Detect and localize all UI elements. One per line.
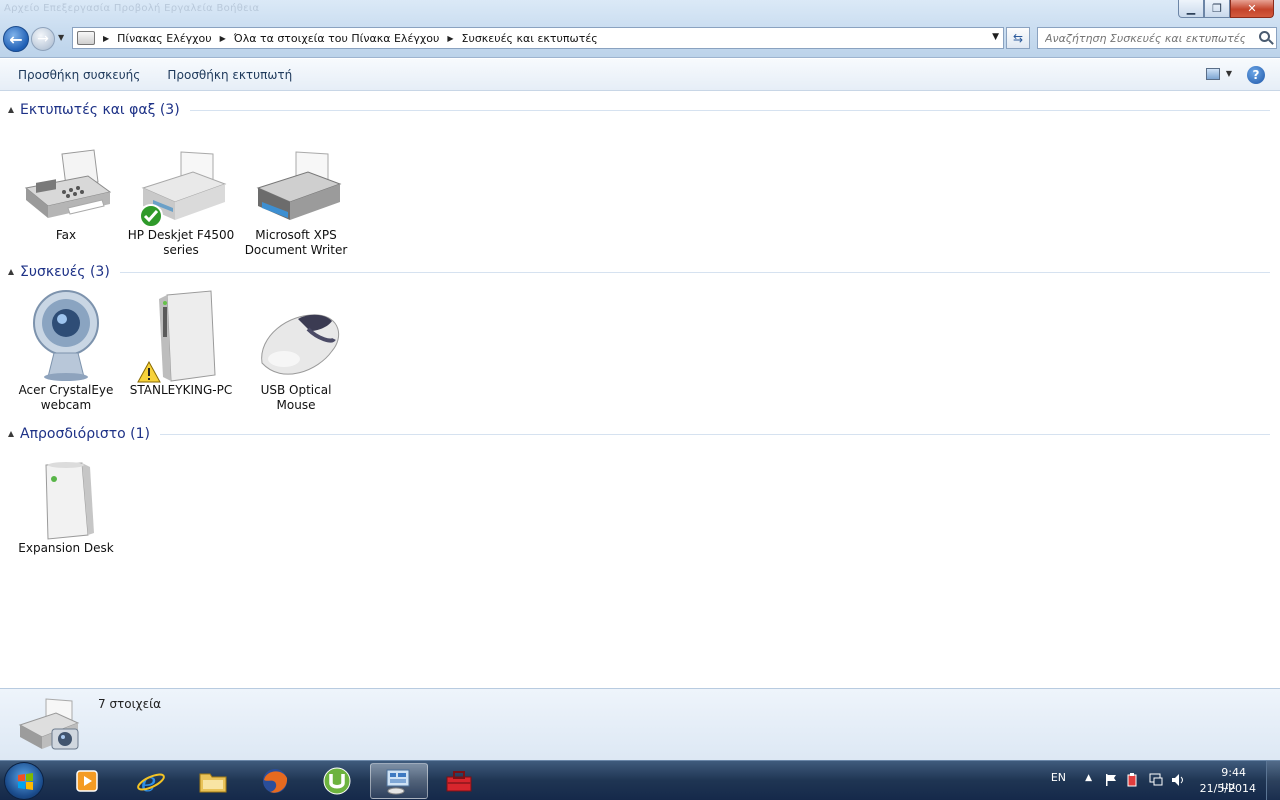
chevron-right-icon[interactable]: ▶ <box>447 34 453 43</box>
collapse-triangle-icon[interactable] <box>8 269 14 275</box>
group-divider <box>189 109 1270 111</box>
address-bar[interactable]: ▶ Πίνακας Ελέγχου ▶ Όλα τα στοιχεία του … <box>72 27 1004 49</box>
breadcrumb-all-items[interactable]: Όλα τα στοιχεία του Πίνακα Ελέγχου <box>234 32 440 45</box>
toolbox-icon <box>446 771 472 792</box>
taskbar-internet-explorer[interactable]: e <box>122 763 180 799</box>
device-item-expansion-desk[interactable]: Expansion Desk <box>10 461 122 556</box>
device-item-fax[interactable]: Fax <box>10 148 122 243</box>
command-bar: Προσθήκη συσκευής Προσθήκη εκτυπωτή ▼ ? <box>0 59 1280 91</box>
firefox-icon <box>263 769 288 793</box>
group-header-devices[interactable]: Συσκευές (3) <box>8 263 1270 281</box>
clock-date[interactable]: 21/5/2014 <box>1200 782 1256 795</box>
view-options-dropdown[interactable]: ▼ <box>1226 69 1232 78</box>
default-check-icon <box>139 204 163 228</box>
external-drive-icon <box>18 461 114 541</box>
warning-icon <box>137 361 161 383</box>
recent-pages-dropdown[interactable]: ▼ <box>58 33 64 42</box>
window-controls: ▁ ❐ ✕ <box>1178 0 1274 18</box>
taskbar-file-explorer[interactable] <box>184 763 242 799</box>
details-pane: 7 στοιχεία <box>0 688 1280 760</box>
taskbar-media-player[interactable] <box>58 763 116 799</box>
arrow-right-icon: → <box>37 31 49 47</box>
volume-icon[interactable] <box>1170 772 1186 788</box>
device-item-hp-deskjet[interactable]: HP Deskjet F4500 series <box>125 148 237 258</box>
collapse-triangle-icon[interactable] <box>8 431 14 437</box>
taskbar-utorrent[interactable] <box>308 763 366 799</box>
taskbar-firefox[interactable] <box>246 763 304 799</box>
action-center-flag-icon[interactable] <box>1104 773 1118 787</box>
device-label: Fax <box>55 228 77 242</box>
taskbar-devices-printers[interactable] <box>370 763 428 799</box>
device-item-webcam[interactable]: Acer CrystalEye webcam <box>10 289 122 413</box>
device-label: HP Deskjet F4500 series <box>127 228 235 257</box>
show-desktop-button[interactable] <box>1266 761 1280 800</box>
device-item-mouse[interactable]: USB Optical Mouse <box>240 289 352 413</box>
back-button[interactable]: ← <box>3 26 29 52</box>
address-dropdown-icon[interactable]: ▼ <box>992 32 999 42</box>
utorrent-icon <box>323 767 351 795</box>
breadcrumb-control-panel[interactable]: Πίνακας Ελέγχου <box>117 32 211 45</box>
forward-button[interactable]: → <box>31 27 55 51</box>
taskbar: e EN ▲ 9:44 μμ 21/5/2014 <box>0 760 1280 800</box>
maximize-button[interactable]: ❐ <box>1204 0 1230 18</box>
search-input[interactable] <box>1045 31 1245 45</box>
arrow-left-icon: ← <box>9 29 23 49</box>
file-explorer-icon <box>199 773 227 793</box>
printer-icon <box>248 148 344 228</box>
group-divider <box>159 433 1270 435</box>
svg-text:e: e <box>141 768 156 796</box>
start-button[interactable] <box>4 762 44 800</box>
network-icon[interactable] <box>1148 772 1164 788</box>
device-label: Microsoft XPS Document Writer <box>244 228 348 257</box>
device-label: STANLEYKING-PC <box>129 383 233 397</box>
refresh-icon: ⇆ <box>1012 31 1024 45</box>
printer-icon <box>133 148 229 228</box>
breadcrumb-devices-printers[interactable]: Συσκευές και εκτυπωτές <box>462 32 598 45</box>
chevron-right-icon[interactable]: ▶ <box>220 34 226 43</box>
device-item-xps-writer[interactable]: Microsoft XPS Document Writer <box>240 148 352 258</box>
change-view-icon[interactable] <box>1206 68 1220 80</box>
show-hidden-icons-button[interactable]: ▲ <box>1085 773 1092 783</box>
media-player-icon <box>76 770 98 792</box>
group-title: Απροσδιόριστο (1) <box>20 426 150 442</box>
add-device-button[interactable]: Προσθήκη συσκευής <box>9 68 149 82</box>
device-label: USB Optical Mouse <box>260 383 332 412</box>
mouse-icon <box>248 289 344 385</box>
device-label: Acer CrystalEye webcam <box>18 383 114 412</box>
group-header-unspecified[interactable]: Απροσδιόριστο (1) <box>8 425 1270 443</box>
add-printer-button[interactable]: Προσθήκη εκτυπωτή <box>158 68 301 82</box>
device-label: Expansion Desk <box>18 541 114 555</box>
devices-printers-icon <box>16 695 82 755</box>
taskbar-toolbox[interactable] <box>430 763 488 799</box>
minimize-button[interactable]: ▁ <box>1178 0 1204 18</box>
item-count: 7 στοιχεία <box>98 697 162 711</box>
search-icon[interactable] <box>1259 31 1270 42</box>
language-indicator[interactable]: EN <box>1051 771 1066 784</box>
webcam-icon <box>18 289 114 385</box>
menu-bar-ghost: Αρχείο Επεξεργασία Προβολή Εργαλεία Βοήθ… <box>4 3 260 14</box>
group-header-printers[interactable]: Εκτυπωτές και φαξ (3) <box>8 101 1270 119</box>
refresh-button[interactable]: ⇆ <box>1006 27 1030 49</box>
safely-remove-hardware-icon[interactable] <box>1124 772 1140 788</box>
search-box[interactable] <box>1037 27 1277 49</box>
group-title: Συσκευές (3) <box>20 264 110 280</box>
device-item-computer[interactable]: STANLEYKING-PC <box>125 289 237 398</box>
collapse-triangle-icon[interactable] <box>8 107 14 113</box>
close-button[interactable]: ✕ <box>1230 0 1274 18</box>
help-button[interactable]: ? <box>1247 66 1265 84</box>
devices-printers-icon <box>386 769 410 795</box>
group-divider <box>119 271 1270 273</box>
devices-content-area: Εκτυπωτές και φαξ (3) Fax HP Deskjet F45… <box>0 92 1280 688</box>
windows-logo-icon <box>18 773 33 790</box>
control-panel-icon <box>77 31 95 45</box>
fax-icon <box>18 148 114 228</box>
window-titlebar: Αρχείο Επεξεργασία Προβολή Εργαλεία Βοήθ… <box>0 0 1280 58</box>
chevron-right-icon[interactable]: ▶ <box>103 34 109 43</box>
computer-tower-icon <box>133 289 229 385</box>
group-title: Εκτυπωτές και φαξ (3) <box>20 102 180 118</box>
internet-explorer-icon: e <box>137 768 165 796</box>
